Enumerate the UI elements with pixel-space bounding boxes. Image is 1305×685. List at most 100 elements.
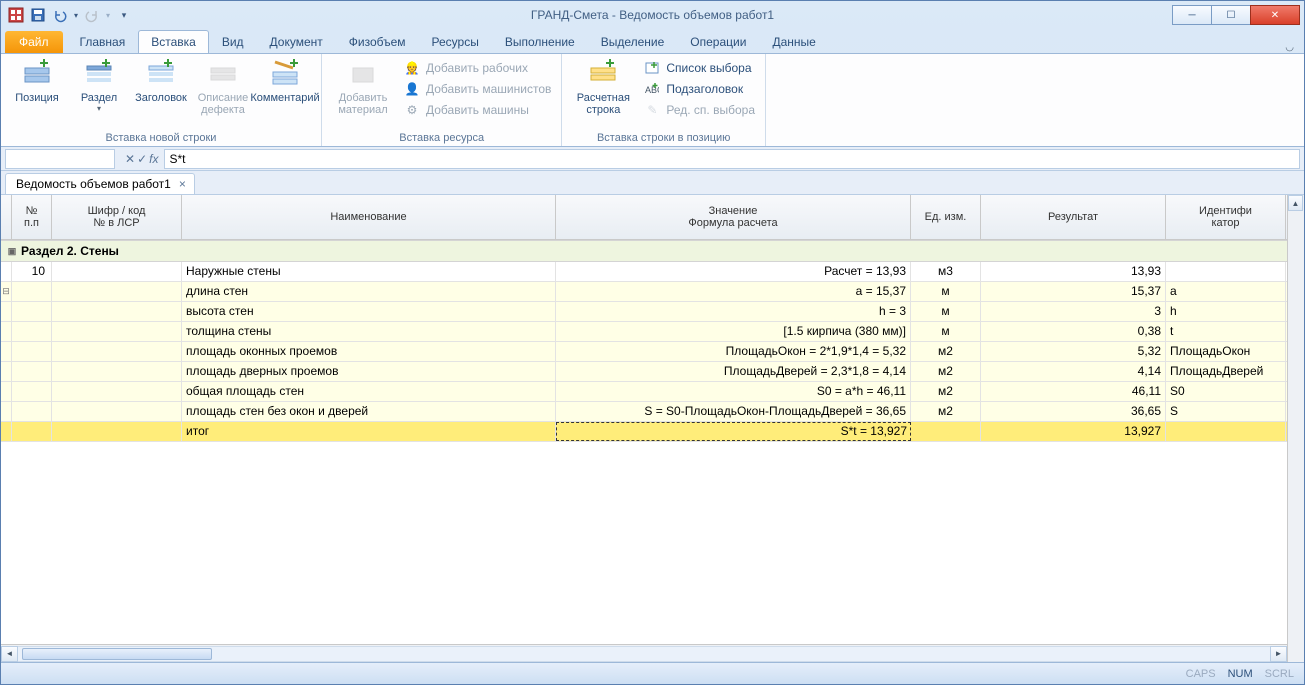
svg-text:ABC: ABC	[645, 85, 659, 95]
save-icon[interactable]	[27, 4, 49, 26]
edit-list-button: ✎Ред. сп. выбора	[640, 100, 759, 120]
col-value[interactable]: ЗначениеФормула расчета	[556, 195, 911, 239]
section-row[interactable]: ▣ Раздел 2. Стены	[1, 240, 1287, 262]
col-unit[interactable]: Ед. изм.	[911, 195, 981, 239]
file-tab[interactable]: Файл	[5, 31, 63, 53]
grid-header: №п.п Шифр / код№ в ЛСР Наименование Знач…	[1, 195, 1287, 240]
tab-insert[interactable]: Вставка	[138, 30, 209, 53]
group-label: Вставка новой строки	[7, 130, 315, 146]
add-material-button: Добавить материал	[328, 56, 398, 118]
ribbon-tabs: Файл Главная Вставка Вид Документ Физобъ…	[1, 29, 1304, 53]
tab-selection[interactable]: Выделение	[588, 30, 678, 53]
defect-icon	[207, 58, 239, 90]
tab-view[interactable]: Вид	[209, 30, 257, 53]
scroll-thumb[interactable]	[22, 648, 212, 660]
tab-execution[interactable]: Выполнение	[492, 30, 588, 53]
status-caps: CAPS	[1186, 668, 1216, 680]
add-machines-button: ⚙Добавить машины	[400, 100, 555, 120]
table-row[interactable]: высота стен h = 3 м 3 h	[1, 302, 1287, 322]
group-position: Расчетная строка Список выбора ABCПодзаг…	[562, 54, 766, 146]
table-row[interactable]: 10 Наружные стены Расчет = 13,93 м3 13,9…	[1, 262, 1287, 282]
table-row[interactable]: площадь стен без окон и дверей S = S0-Пл…	[1, 402, 1287, 422]
calc-row-button[interactable]: Расчетная строка	[568, 56, 638, 118]
header-icon	[145, 58, 177, 90]
col-id[interactable]: Идентификатор	[1166, 195, 1286, 239]
document-tab-label: Ведомость объемов работ1	[16, 177, 171, 191]
maximize-button[interactable]: ☐	[1211, 5, 1251, 25]
table-row[interactable]: площадь дверных проемов ПлощадьДверей = …	[1, 362, 1287, 382]
status-scrl: SCRL	[1265, 668, 1294, 680]
status-num: NUM	[1228, 668, 1253, 680]
table-row[interactable]: площадь оконных проемов ПлощадьОкон = 2*…	[1, 342, 1287, 362]
calc-row-icon	[587, 58, 619, 90]
scroll-left-icon[interactable]: ◄	[1, 646, 18, 662]
insert-position-button[interactable]: Позиция	[7, 56, 67, 106]
titlebar: ▾ ▾ ▾ ГРАНД-Смета - Ведомость объемов ра…	[1, 1, 1304, 29]
tab-home[interactable]: Главная	[67, 30, 139, 53]
document-tab[interactable]: Ведомость объемов работ1 ×	[5, 173, 195, 194]
insert-comment-button[interactable]: Комментарий	[255, 56, 315, 106]
ribbon-collapse-icon[interactable]: ◡	[1285, 42, 1294, 53]
material-icon	[347, 58, 379, 90]
statusbar: CAPS NUM SCRL	[1, 662, 1304, 684]
formula-bar: ✕ ✓ fx	[1, 147, 1304, 171]
close-tab-icon[interactable]: ×	[179, 177, 186, 191]
qat-customize-icon[interactable]: ▾	[113, 4, 135, 26]
redo-dropdown-icon[interactable]: ▾	[103, 4, 113, 26]
insert-section-button[interactable]: Раздел ▾	[69, 56, 129, 115]
table-row[interactable]: общая площадь стен S0 = a*h = 46,11 м2 4…	[1, 382, 1287, 402]
app-window: ▾ ▾ ▾ ГРАНД-Смета - Ведомость объемов ра…	[0, 0, 1305, 685]
formula-input[interactable]	[164, 149, 1300, 169]
scroll-up-icon[interactable]: ▲	[1288, 195, 1303, 211]
fx-icon[interactable]: fx	[149, 152, 158, 166]
window-controls: ─ ☐ ✕	[1173, 5, 1300, 25]
cancel-formula-icon[interactable]: ✕	[125, 152, 135, 166]
list-icon	[644, 60, 660, 76]
col-result[interactable]: Результат	[981, 195, 1166, 239]
tab-document[interactable]: Документ	[257, 30, 336, 53]
expand-icon[interactable]	[1, 262, 12, 281]
edit-list-icon: ✎	[644, 102, 660, 118]
active-cell[interactable]: S*t = 13,927	[556, 422, 911, 441]
group-label: Вставка ресурса	[328, 130, 555, 146]
tab-operations[interactable]: Операции	[677, 30, 759, 53]
subheader-button[interactable]: ABCПодзаголовок	[640, 79, 759, 99]
minimize-button[interactable]: ─	[1172, 5, 1212, 25]
insert-header-button[interactable]: Заголовок	[131, 56, 191, 106]
col-code[interactable]: Шифр / код№ в ЛСР	[52, 195, 182, 239]
table-row[interactable]: толщина стены [1.5 кирпича (380 мм)] м 0…	[1, 322, 1287, 342]
table-row-selected[interactable]: итог S*t = 13,927 13,927	[1, 422, 1287, 442]
accept-formula-icon[interactable]: ✓	[137, 152, 147, 166]
app-icon[interactable]	[5, 4, 27, 26]
comment-icon	[269, 58, 301, 90]
group-label: Вставка строки в позицию	[568, 130, 759, 146]
grid-body[interactable]: ▣ Раздел 2. Стены 10 Наружные стены Расч…	[1, 240, 1287, 644]
ribbon: Позиция Раздел ▾ Заголовок Описание дефе…	[1, 53, 1304, 147]
vertical-scrollbar[interactable]: ▲	[1287, 195, 1304, 662]
collapse-icon[interactable]: ▣	[7, 246, 17, 257]
document-tabs: Ведомость объемов работ1 ×	[1, 171, 1304, 195]
name-box[interactable]	[5, 149, 115, 169]
tab-resources[interactable]: Ресурсы	[419, 30, 492, 53]
close-button[interactable]: ✕	[1250, 5, 1300, 25]
machinists-icon: 👤	[404, 81, 420, 97]
choice-list-button[interactable]: Список выбора	[640, 58, 759, 78]
tab-phys[interactable]: Физобъем	[336, 30, 419, 53]
redo-icon[interactable]	[81, 4, 103, 26]
add-machinists-button: 👤Добавить машинистов	[400, 79, 555, 99]
horizontal-scrollbar[interactable]: ◄ ►	[1, 644, 1287, 662]
plus-row-icon	[21, 58, 53, 90]
quick-access-toolbar: ▾ ▾ ▾	[5, 4, 135, 26]
group-resource: Добавить материал 👷Добавить рабочих 👤Доб…	[322, 54, 562, 146]
section-icon	[83, 58, 115, 90]
undo-icon[interactable]	[49, 4, 71, 26]
scroll-right-icon[interactable]: ►	[1270, 646, 1287, 662]
undo-dropdown-icon[interactable]: ▾	[71, 4, 81, 26]
subheader-icon: ABC	[644, 81, 660, 97]
table-row[interactable]: ⊟ длина стен a = 15,37 м 15,37 a	[1, 282, 1287, 302]
insert-defect-button: Описание дефекта	[193, 56, 253, 118]
window-title: ГРАНД-Смета - Ведомость объемов работ1	[1, 8, 1304, 22]
col-name[interactable]: Наименование	[182, 195, 556, 239]
col-num[interactable]: №п.п	[12, 195, 52, 239]
tab-data[interactable]: Данные	[759, 30, 828, 53]
